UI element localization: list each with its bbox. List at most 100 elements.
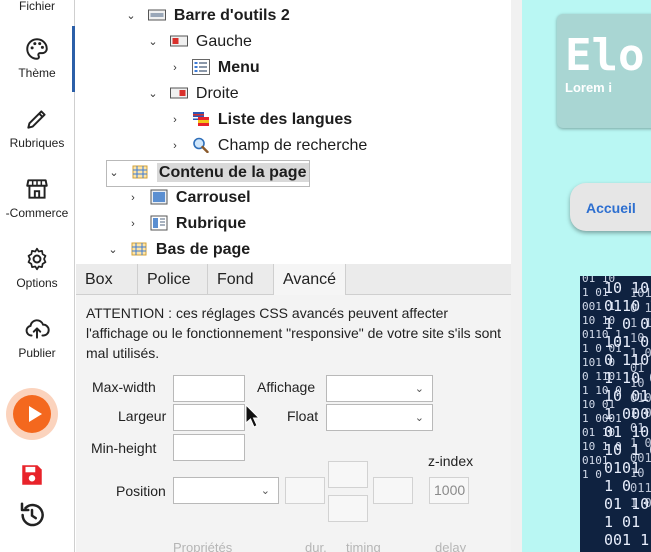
chevron-right-icon[interactable]: › — [168, 108, 182, 132]
toolbar-icon — [148, 9, 167, 21]
affichage-label: Affichage — [257, 379, 316, 395]
save-icon[interactable] — [19, 462, 45, 488]
tab-box[interactable]: Box — [76, 264, 138, 295]
mouse-cursor-icon — [245, 404, 261, 428]
transition-timing-header: timing — [346, 540, 381, 552]
store-icon — [26, 179, 48, 199]
tree-node-contenu-page[interactable]: ⌄ Contenu de la page — [106, 160, 311, 187]
chevron-down-icon: ⌄ — [414, 383, 424, 395]
position-right-input[interactable] — [373, 477, 413, 504]
align-right-icon — [170, 87, 189, 99]
tree-node-label: Liste des langues — [217, 111, 353, 128]
tree-node-label: Barre d'outils 2 — [173, 7, 290, 24]
preview-nav-accueil[interactable]: Accueil — [586, 200, 636, 216]
chevron-down-icon[interactable]: ⌄ — [146, 30, 160, 54]
tab-label: Police — [147, 271, 191, 288]
float-label: Float — [287, 408, 319, 424]
float-select[interactable]: ⌄ — [326, 404, 433, 431]
tree-node-menu[interactable]: › Menu — [168, 56, 260, 80]
rail-item-rubriques[interactable]: Rubriques — [0, 106, 74, 150]
tree-node-label: Rubrique — [175, 215, 247, 232]
play-icon — [29, 406, 42, 422]
tree-node-label: Carrousel — [175, 189, 251, 206]
rail-item-label: Rubriques — [9, 136, 65, 150]
layout-icon — [131, 242, 147, 256]
chevron-down-icon: ⌄ — [260, 485, 270, 497]
transition-delay-header: delay — [435, 540, 467, 552]
style-tabs: Box Police Fond Avancé — [76, 264, 511, 296]
largeur-label: Largeur — [118, 408, 167, 424]
chevron-right-icon[interactable]: › — [168, 134, 182, 158]
chevron-down-icon[interactable]: ⌄ — [106, 238, 120, 262]
tree-node-label: Contenu de la page — [156, 163, 310, 182]
cloud-upload-icon — [25, 319, 50, 339]
chevron-right-icon[interactable]: › — [168, 56, 182, 80]
history-icon[interactable] — [17, 500, 47, 530]
z-index-value: 1000 — [434, 482, 466, 498]
position-label: Position — [116, 483, 166, 499]
tree-node-label: Menu — [217, 59, 260, 76]
affichage-select[interactable]: ⌄ — [326, 375, 433, 402]
tree-node-gauche[interactable]: ⌄ Gauche — [146, 30, 252, 54]
tree-node-label: Bas de page — [155, 241, 251, 258]
rail-item-label: Publier — [18, 346, 56, 360]
chevron-right-icon[interactable]: › — [126, 186, 140, 210]
main-navigation-rail: Fichier Thème Rubriques -Commerce Option… — [0, 0, 75, 552]
play-preview-button[interactable] — [6, 388, 58, 440]
preview-binary-image: 01 10 1 01 001 1 10 10 0110 1 1 0 01 101… — [580, 276, 651, 552]
max-width-input[interactable] — [173, 375, 245, 402]
layout-icon — [132, 165, 148, 179]
tree-node-droite[interactable]: ⌄ Droite — [146, 82, 238, 106]
css-warning-text: ATTENTION : ces réglages CSS avancés peu… — [86, 305, 502, 361]
preview-site-subtitle: Lorem i — [565, 80, 612, 95]
rail-item-fichier[interactable]: Fichier — [0, 0, 74, 13]
chevron-down-icon[interactable]: ⌄ — [107, 161, 121, 185]
tree-node-barre-outils-2[interactable]: ⌄ Barre d'outils 2 — [124, 4, 290, 28]
tree-node-carrousel[interactable]: › Carrousel — [126, 186, 251, 210]
binary-digits-column: 101 0 0 1101 1 10 0 10 01 1 0001 01 10 1… — [630, 286, 651, 510]
tab-label: Box — [85, 271, 113, 288]
panel-divider[interactable] — [511, 0, 522, 552]
structure-tree: ⌄ Barre d'outils 2 ⌄ Gauche › Menu ⌄ Dro… — [76, 0, 511, 262]
max-width-label: Max-width — [92, 379, 156, 395]
position-select[interactable]: ⌄ — [173, 477, 279, 504]
preview-site-title: Elo — [565, 30, 645, 81]
largeur-input[interactable] — [173, 404, 245, 431]
rail-item-label: Thème — [18, 66, 56, 80]
gear-icon — [27, 247, 47, 271]
transition-duration-header: dur. — [305, 540, 327, 552]
menu-icon — [192, 59, 211, 75]
rail-item-label: Fichier — [18, 0, 55, 13]
chevron-down-icon: ⌄ — [414, 412, 424, 424]
chevron-right-icon[interactable]: › — [126, 212, 140, 236]
tree-node-bas-page[interactable]: ⌄ Bas de page — [106, 238, 250, 262]
tab-fond[interactable]: Fond — [208, 264, 274, 295]
palette-icon — [26, 38, 48, 60]
tree-node-rubrique[interactable]: › Rubrique — [126, 212, 246, 236]
min-height-label: Min-height — [91, 440, 157, 456]
position-top-input[interactable] — [328, 461, 368, 488]
z-index-input[interactable]: 1000 — [429, 477, 469, 504]
rail-item-theme[interactable]: Thème — [0, 36, 74, 80]
position-left-input[interactable] — [285, 477, 325, 504]
tree-node-champ-recherche[interactable]: › Champ de recherche — [168, 134, 367, 158]
tree-node-label: Gauche — [195, 33, 252, 50]
chevron-down-icon[interactable]: ⌄ — [124, 4, 138, 28]
chevron-down-icon[interactable]: ⌄ — [146, 82, 160, 106]
section-icon — [150, 215, 168, 231]
min-height-input[interactable] — [173, 434, 245, 461]
advanced-settings-panel: ATTENTION : ces réglages CSS avancés peu… — [76, 295, 511, 552]
position-bottom-input[interactable] — [328, 495, 368, 522]
tab-avance[interactable]: Avancé — [274, 264, 346, 296]
tab-police[interactable]: Police — [138, 264, 208, 295]
rail-item-ecommerce[interactable]: -Commerce — [0, 176, 74, 220]
pencil-icon — [27, 110, 46, 129]
site-preview: Elo Lorem i Accueil 01 10 1 01 001 1 10 … — [522, 0, 651, 552]
rail-item-options[interactable]: Options — [0, 246, 74, 290]
tree-node-liste-langues[interactable]: › Liste des langues — [168, 108, 352, 132]
rail-item-publier[interactable]: Publier — [0, 316, 74, 360]
tree-node-label: Champ de recherche — [217, 137, 368, 154]
rail-item-label: -Commerce — [5, 206, 69, 220]
magnifier-icon — [193, 137, 210, 153]
z-index-label: z-index — [428, 453, 474, 469]
